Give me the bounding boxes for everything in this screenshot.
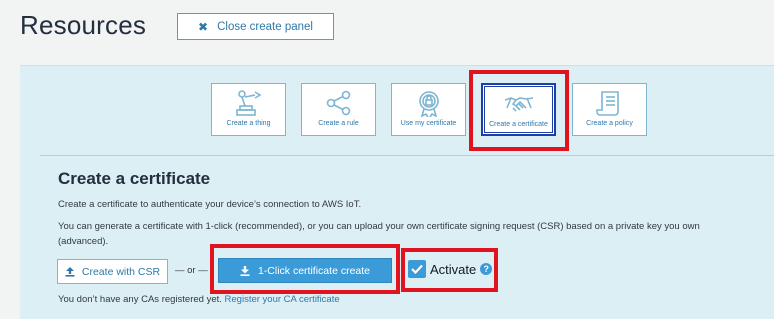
activate-option: Activate ?: [408, 260, 493, 278]
tile-create-thing[interactable]: Create a thing: [211, 83, 286, 136]
one-click-certificate-create-button[interactable]: 1-Click certificate create: [218, 258, 392, 283]
description-line-2: (advanced).: [58, 235, 109, 247]
section-divider: [40, 155, 774, 156]
page-title: Resources: [20, 10, 147, 40]
handshake-icon: [504, 97, 533, 112]
close-create-panel-button[interactable]: ✖ Close create panel: [177, 13, 334, 40]
robot-arm-icon: [235, 90, 262, 116]
create-with-csr-button[interactable]: Create with CSR: [57, 259, 168, 284]
activate-checkbox[interactable]: [408, 260, 426, 278]
share-nodes-icon: [326, 90, 350, 116]
download-icon: [240, 265, 250, 276]
register-ca-certificate-link[interactable]: Register your CA certificate: [225, 294, 340, 305]
section-description-detail: You can generate a certificate with 1-cl…: [58, 220, 774, 249]
section-description: Create a certificate to authenticate you…: [58, 199, 362, 210]
tile-label: Use my certificate: [400, 120, 457, 127]
tile-create-policy[interactable]: Create a policy: [572, 83, 647, 136]
or-separator: — or —: [175, 265, 208, 276]
ca-note-text: You don’t have any CAs registered yet.: [58, 294, 222, 305]
close-icon: ✖: [198, 19, 209, 34]
help-icon[interactable]: ?: [480, 263, 493, 275]
section-title: Create a certificate: [58, 169, 211, 188]
certificate-badge-icon: [418, 91, 439, 117]
one-click-certificate-create-label: 1-Click certificate create: [257, 264, 371, 277]
create-with-csr-label: Create with CSR: [81, 265, 161, 278]
tile-label: Create a certificate: [489, 121, 548, 128]
ca-registration-note: You don’t have any CAs registered yet. R…: [58, 294, 340, 305]
close-create-panel-label: Close create panel: [217, 20, 313, 33]
activate-label: Activate: [430, 261, 477, 277]
policy-document-icon: [595, 91, 619, 116]
tile-label: Create a policy: [586, 120, 633, 127]
upload-icon: [65, 266, 75, 277]
tile-create-rule[interactable]: Create a rule: [301, 83, 376, 136]
tile-label: Create a thing: [226, 120, 271, 127]
tile-label: Create a rule: [318, 120, 359, 127]
tile-use-my-certificate[interactable]: Use my certificate: [391, 83, 466, 136]
tile-create-certificate[interactable]: Create a certificate: [481, 83, 556, 136]
checkmark-icon: [411, 264, 423, 274]
description-line-1: You can generate a certificate with 1-cl…: [58, 221, 700, 232]
